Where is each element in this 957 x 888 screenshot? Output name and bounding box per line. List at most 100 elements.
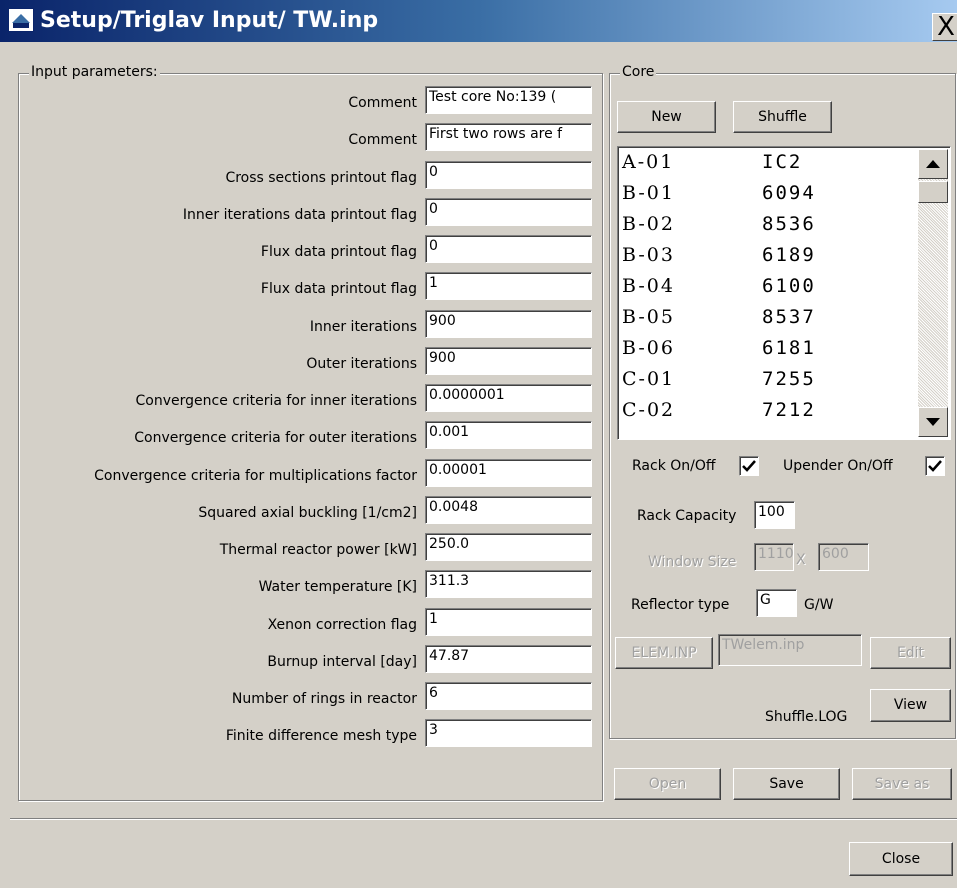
core-element-id: 7255 — [762, 368, 816, 390]
core-list-item[interactable]: A-01 IC2 — [618, 147, 950, 178]
param-label: Thermal reactor power [kW] — [219, 542, 417, 558]
core-position: B-02 — [622, 213, 675, 235]
param-field[interactable]: 900 — [425, 310, 592, 338]
param-field[interactable]: 0 — [425, 161, 592, 189]
save-button[interactable]: Save — [733, 768, 840, 800]
core-list-items: A-01 IC2 B-01 6094 B-02 8536 B-03 6189 B-04 6100 B… — [618, 147, 950, 426]
param-label: Inner iterations data printout flag — [182, 207, 417, 223]
shuffle-button[interactable]: Shuffle — [733, 101, 832, 133]
new-core-button[interactable]: New — [617, 101, 716, 133]
param-field[interactable]: First two rows are f — [425, 123, 592, 151]
window-size-separator: X — [796, 552, 806, 568]
app-window-icon — [8, 8, 34, 32]
core-position: B-03 — [622, 244, 675, 266]
bottom-separator — [10, 818, 957, 820]
shuffle-log-label: Shuffle.LOG — [765, 709, 848, 725]
param-label: Number of rings in reactor — [231, 691, 417, 707]
param-label: Cross sections printout flag — [225, 170, 417, 186]
elem-file-field[interactable]: TWelem.inp — [718, 634, 862, 666]
rack-toggle-label: Rack On/Off — [632, 458, 716, 474]
core-position: B-01 — [622, 182, 675, 204]
core-position: C-02 — [622, 399, 676, 421]
core-position: B-05 — [622, 306, 675, 328]
core-list-item[interactable]: B-06 6181 — [618, 333, 950, 364]
core-element-id: IC2 — [762, 151, 803, 173]
view-log-button[interactable]: View — [870, 689, 951, 722]
core-list-item[interactable]: C-02 7212 — [618, 395, 950, 426]
core-list-item[interactable]: B-03 6189 — [618, 240, 950, 271]
window-height-field[interactable]: 600 — [818, 543, 869, 571]
param-label: Convergence criteria for outer iteration… — [134, 430, 417, 446]
open-button[interactable]: Open — [614, 768, 721, 800]
param-label: Water temperature [K] — [258, 579, 417, 595]
param-field[interactable]: 47.87 — [425, 645, 592, 673]
window-title: Setup/Triglav Input/ TW.inp — [40, 8, 379, 33]
core-element-id: 7212 — [762, 399, 816, 421]
core-position: A-01 — [622, 151, 675, 173]
core-list-item[interactable]: C-01 7255 — [618, 364, 950, 395]
rack-checkbox[interactable] — [739, 456, 759, 476]
reflector-hint: G/W — [804, 597, 834, 613]
param-field[interactable]: 3 — [425, 719, 592, 747]
param-label: Comment — [348, 95, 417, 111]
param-field[interactable]: 1 — [425, 608, 592, 636]
param-field[interactable]: Test core No:139 ( — [425, 86, 592, 114]
param-label: Convergence criteria for inner iteration… — [135, 393, 417, 409]
core-element-id: 8536 — [762, 213, 816, 235]
param-field[interactable]: 0.0048 — [425, 496, 592, 524]
core-position: B-04 — [622, 275, 675, 297]
core-element-id: 6189 — [762, 244, 816, 266]
edit-button[interactable]: Edit — [870, 637, 951, 669]
close-button[interactable]: Close — [849, 842, 953, 876]
core-legend: Core — [620, 64, 657, 80]
window-size-label: Window Size — [648, 554, 737, 570]
param-field[interactable]: 0.00001 — [425, 459, 592, 487]
reflector-type-field[interactable]: G — [756, 589, 797, 617]
close-window-icon[interactable]: X — [932, 13, 957, 41]
core-list-item[interactable]: B-04 6100 — [618, 271, 950, 302]
scroll-up-icon[interactable] — [918, 149, 948, 179]
core-position: B-06 — [622, 337, 675, 359]
param-label: Flux data printout flag — [260, 244, 417, 260]
param-field[interactable]: 0 — [425, 198, 592, 226]
param-field[interactable]: 1 — [425, 272, 592, 300]
upender-toggle-label: Upender On/Off — [783, 458, 893, 474]
core-list-item[interactable]: B-01 6094 — [618, 178, 950, 209]
param-field[interactable]: 6 — [425, 682, 592, 710]
upender-checkbox[interactable] — [925, 456, 945, 476]
core-element-id: 6181 — [762, 337, 816, 359]
scroll-thumb[interactable] — [918, 181, 948, 203]
elem-inp-button[interactable]: ELEM.INP — [615, 637, 713, 669]
param-label: Xenon correction flag — [267, 617, 417, 633]
param-field[interactable]: 0.0000001 — [425, 384, 592, 412]
core-element-id: 6100 — [762, 275, 816, 297]
param-label: Flux data printout flag — [260, 281, 417, 297]
list-scrollbar[interactable] — [918, 149, 948, 437]
param-field[interactable]: 311.3 — [425, 570, 592, 598]
param-field[interactable]: 250.0 — [425, 533, 592, 561]
param-field[interactable]: 0.001 — [425, 421, 592, 449]
param-label: Inner iterations — [309, 319, 417, 335]
core-list-item[interactable]: B-05 8537 — [618, 302, 950, 333]
core-element-id: 6094 — [762, 182, 816, 204]
core-list-item[interactable]: B-02 8536 — [618, 209, 950, 240]
param-label: Burnup interval [day] — [267, 654, 417, 670]
param-field[interactable]: 900 — [425, 347, 592, 375]
window-width-field[interactable]: 1110 — [754, 543, 794, 571]
input-parameters-legend: Input parameters: — [29, 64, 160, 80]
core-position: C-01 — [622, 368, 676, 390]
rack-capacity-field[interactable]: 100 — [754, 501, 795, 529]
core-element-id: 8537 — [762, 306, 816, 328]
param-label: Squared axial buckling [1/cm2] — [198, 505, 417, 521]
save-as-button[interactable]: Save as — [852, 768, 952, 800]
param-label: Comment — [348, 132, 417, 148]
scroll-down-icon[interactable] — [918, 407, 948, 437]
param-field[interactable]: 0 — [425, 235, 592, 263]
title-bar: Setup/Triglav Input/ TW.inp X — [0, 0, 957, 42]
core-element-list[interactable]: A-01 IC2 B-01 6094 B-02 8536 B-03 6189 B-04 6100 B… — [617, 146, 951, 440]
rack-capacity-label: Rack Capacity — [637, 508, 737, 524]
param-label: Outer iterations — [306, 356, 417, 372]
param-label: Convergence criteria for multiplications… — [94, 468, 417, 484]
param-label: Finite difference mesh type — [225, 728, 417, 744]
reflector-type-label: Reflector type — [631, 597, 730, 613]
